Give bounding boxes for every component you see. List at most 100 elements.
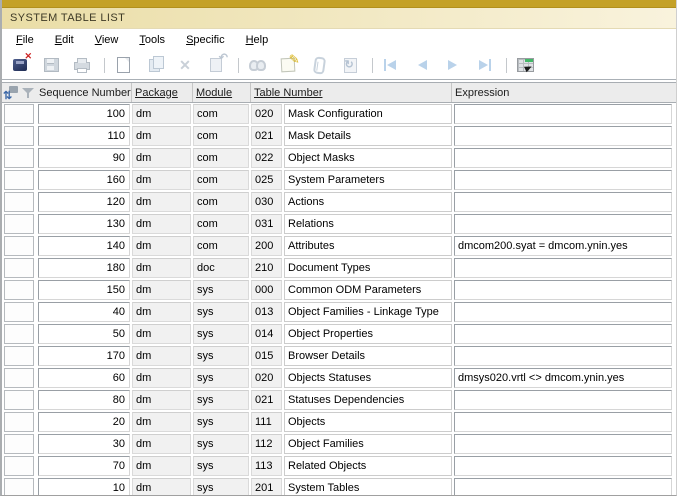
cell-sequence-number[interactable]: 170 — [38, 346, 130, 366]
row-selector[interactable] — [4, 368, 34, 388]
cell-expression[interactable] — [454, 280, 672, 300]
new-icon[interactable] — [111, 54, 135, 76]
cell-sequence-number[interactable]: 30 — [38, 434, 130, 454]
cell-sequence-number[interactable]: 80 — [38, 390, 130, 410]
cell-table-name: Object Families — [284, 434, 452, 454]
cell-expression[interactable] — [454, 346, 672, 366]
cell-expression[interactable] — [454, 412, 672, 432]
col-header-expression: Expression — [452, 83, 672, 102]
cell-table-number: 210 — [251, 258, 282, 278]
menu-view[interactable]: View — [95, 34, 119, 46]
row-selector[interactable] — [4, 104, 34, 124]
cell-sequence-number[interactable]: 120 — [38, 192, 130, 212]
cell-sequence-number[interactable]: 130 — [38, 214, 130, 234]
cell-table-number: 200 — [251, 236, 282, 256]
menu-specific[interactable]: Specific — [186, 34, 225, 46]
cell-sequence-number[interactable]: 60 — [38, 368, 130, 388]
row-selector[interactable] — [4, 214, 34, 234]
transfer-icon[interactable] — [4, 85, 19, 100]
cell-expression[interactable] — [454, 104, 672, 124]
table: Sequence Number Package Module Table Num… — [2, 80, 676, 496]
row-selector[interactable] — [4, 170, 34, 190]
col-header-package[interactable]: Package — [132, 83, 193, 102]
cell-expression[interactable] — [454, 258, 672, 278]
delete-icon[interactable] — [173, 54, 197, 76]
cell-sequence-number[interactable]: 90 — [38, 148, 130, 168]
first-record-icon[interactable] — [379, 54, 403, 76]
cell-sequence-number[interactable]: 160 — [38, 170, 130, 190]
cell-expression[interactable] — [454, 456, 672, 476]
cell-table-number: 025 — [251, 170, 282, 190]
cell-sequence-number[interactable]: 150 — [38, 280, 130, 300]
row-selector[interactable] — [4, 192, 34, 212]
cell-table-number: 113 — [251, 456, 282, 476]
grid-export-icon[interactable] — [513, 54, 537, 76]
cell-table-number: 021 — [251, 126, 282, 146]
cell-expression[interactable] — [454, 302, 672, 322]
menu-file[interactable]: File — [16, 34, 34, 46]
cell-expression[interactable] — [454, 434, 672, 454]
previous-record-icon[interactable] — [410, 54, 434, 76]
cell-table-name: Relations — [284, 214, 452, 234]
row-selector[interactable] — [4, 434, 34, 454]
cell-sequence-number[interactable]: 20 — [38, 412, 130, 432]
table-row: 100dmcom020Mask Configuration — [2, 103, 676, 125]
print-icon[interactable] — [70, 54, 94, 76]
row-selector[interactable] — [4, 456, 34, 476]
row-selector[interactable] — [4, 478, 34, 496]
menu-help[interactable]: Help — [246, 34, 269, 46]
filter-icon[interactable] — [22, 86, 35, 99]
col-header-module[interactable]: Module — [193, 83, 251, 102]
copy-icon[interactable] — [142, 54, 166, 76]
cell-sequence-number[interactable]: 140 — [38, 236, 130, 256]
row-selector[interactable] — [4, 390, 34, 410]
cell-expression[interactable]: dmcom200.syat = dmcom.ynin.yes — [454, 236, 672, 256]
cell-package: dm — [132, 302, 191, 322]
row-selector[interactable] — [4, 236, 34, 256]
table-row: 150dmsys000Common ODM Parameters — [2, 279, 676, 301]
cell-expression[interactable]: dmsys020.vrtl <> dmcom.ynin.yes — [454, 368, 672, 388]
last-record-icon[interactable] — [472, 54, 496, 76]
exit-icon[interactable] — [8, 54, 32, 76]
cell-expression[interactable] — [454, 478, 672, 496]
find-icon[interactable] — [245, 54, 269, 76]
row-selector[interactable] — [4, 280, 34, 300]
cell-expression[interactable] — [454, 170, 672, 190]
cell-sequence-number[interactable]: 10 — [38, 478, 130, 496]
menu-tools[interactable]: Tools — [139, 34, 165, 46]
cell-module: sys — [193, 346, 249, 366]
col-header-table-number[interactable]: Table Number — [251, 83, 452, 102]
attach-icon[interactable] — [307, 54, 331, 76]
save-icon[interactable] — [39, 54, 63, 76]
cell-table-name: Object Masks — [284, 148, 452, 168]
row-selector[interactable] — [4, 258, 34, 278]
row-selector[interactable] — [4, 148, 34, 168]
row-selector[interactable] — [4, 346, 34, 366]
cell-sequence-number[interactable]: 180 — [38, 258, 130, 278]
row-selector[interactable] — [4, 412, 34, 432]
cell-module: com — [193, 236, 249, 256]
revert-icon[interactable] — [204, 54, 228, 76]
row-selector[interactable] — [4, 324, 34, 344]
cell-expression[interactable] — [454, 192, 672, 212]
cell-expression[interactable] — [454, 390, 672, 410]
row-selector[interactable] — [4, 302, 34, 322]
row-selector[interactable] — [4, 126, 34, 146]
cell-sequence-number[interactable]: 110 — [38, 126, 130, 146]
cell-expression[interactable] — [454, 324, 672, 344]
next-record-icon[interactable] — [441, 54, 465, 76]
cell-sequence-number[interactable]: 70 — [38, 456, 130, 476]
refresh-icon[interactable] — [338, 54, 362, 76]
cell-sequence-number[interactable]: 50 — [38, 324, 130, 344]
cell-sequence-number[interactable]: 40 — [38, 302, 130, 322]
edit-icon[interactable] — [276, 54, 300, 76]
cell-package: dm — [132, 456, 191, 476]
menu-edit[interactable]: Edit — [55, 34, 74, 46]
table-row: 90dmcom022Object Masks — [2, 147, 676, 169]
cell-package: dm — [132, 412, 191, 432]
cell-module: com — [193, 192, 249, 212]
cell-expression[interactable] — [454, 148, 672, 168]
cell-expression[interactable] — [454, 126, 672, 146]
cell-expression[interactable] — [454, 214, 672, 234]
cell-sequence-number[interactable]: 100 — [38, 104, 130, 124]
